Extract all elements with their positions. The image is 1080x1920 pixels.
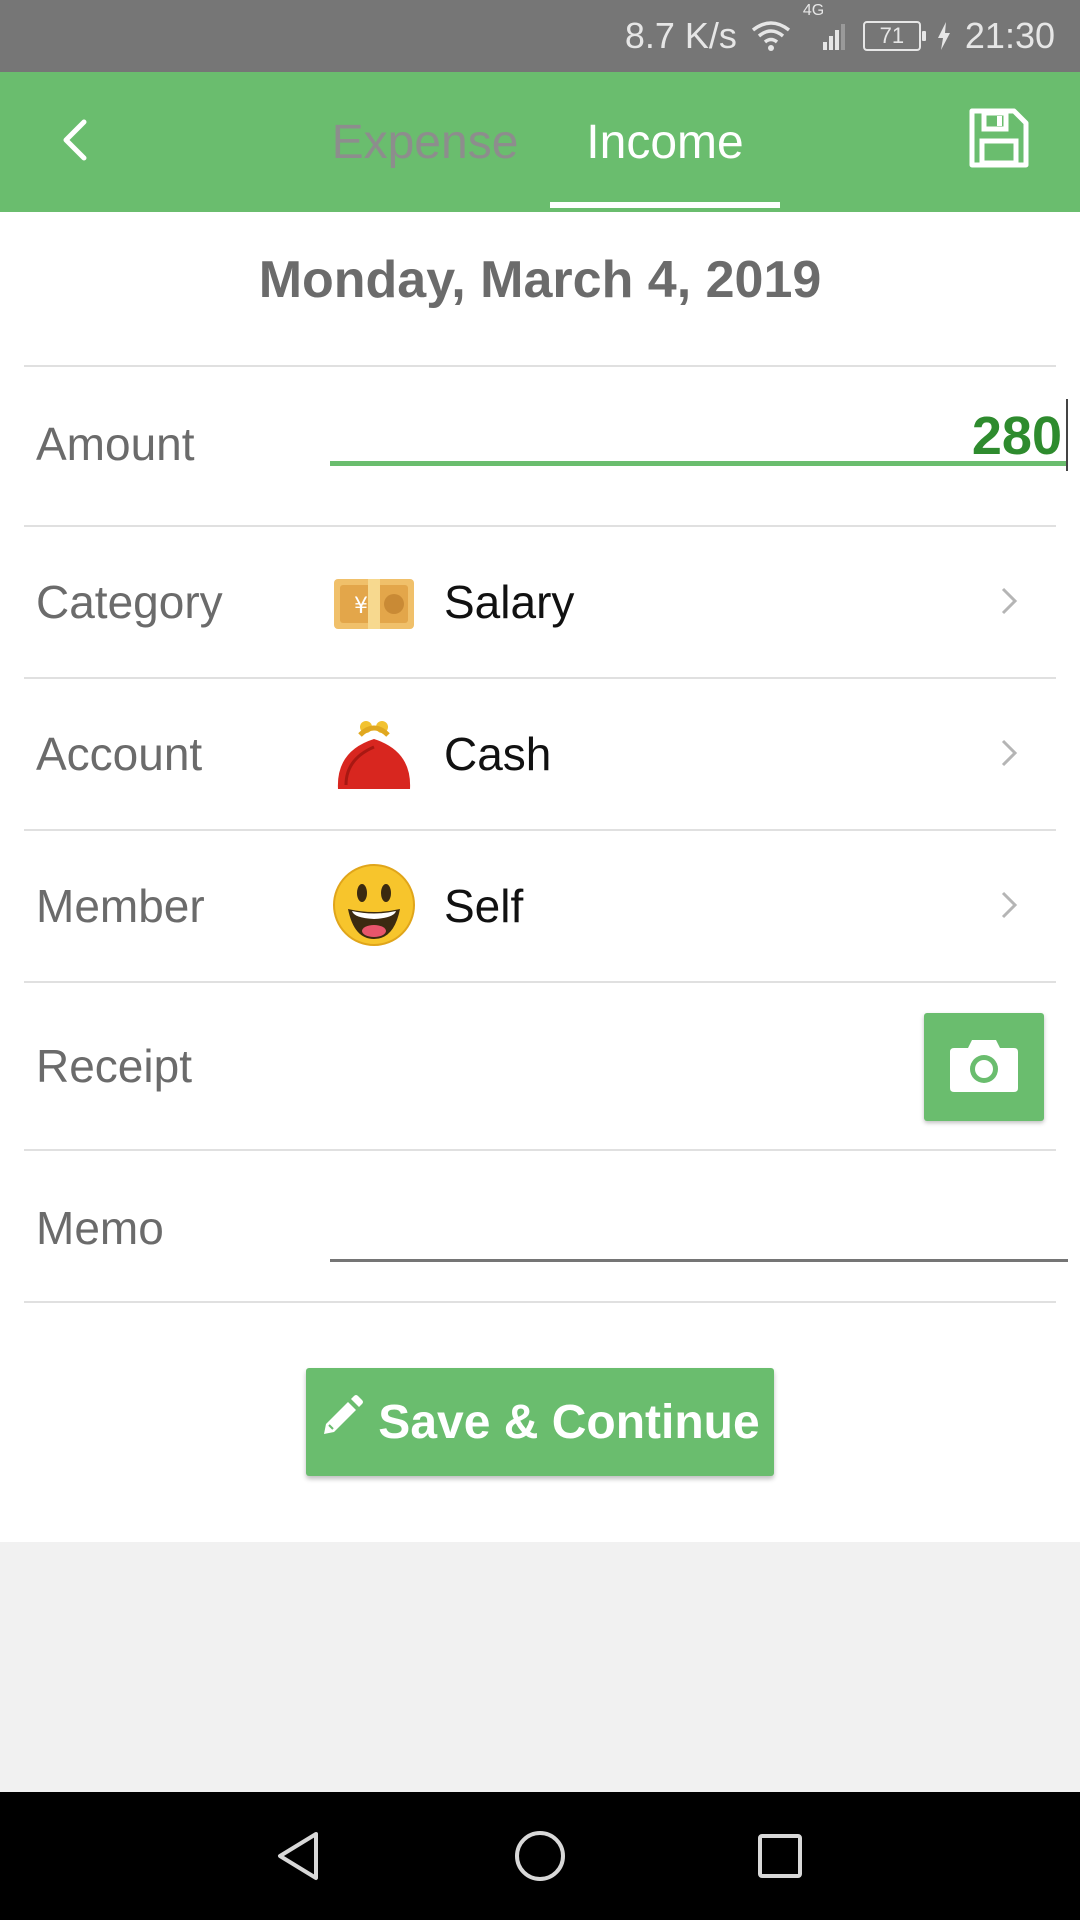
system-nav-bar [0,1792,1080,1920]
memo-row: Memo [24,1149,1068,1303]
network-type: 4G [802,2,825,19]
smiley-face-icon [332,863,416,947]
save-button[interactable] [968,107,1038,177]
amount-input[interactable]: 280 [330,399,1068,471]
charging-icon [937,22,951,50]
clock: 21:30 [964,15,1055,56]
money-bill-icon: ¥ [332,561,416,645]
category-row[interactable]: Category ¥ Salary [24,525,1056,677]
battery-level: 71 [879,23,905,48]
nav-back-icon[interactable] [270,1826,330,1886]
receipt-row: Receipt [24,981,1056,1149]
camera-button[interactable] [924,1013,1044,1121]
pencil-icon [320,1394,378,1450]
date-selector[interactable]: Monday, March 4, 2019 [0,250,1080,310]
coin-purse-icon [332,711,416,795]
network-speed: 8.7 K/s [624,15,737,56]
tab-expense-label: Expense [331,115,519,169]
income-form: Monday, March 4, 2019 Amount 280 Categor… [0,212,1080,1542]
member-label: Member [36,880,205,932]
category-label: Category [36,576,223,628]
account-value: Cash [444,728,552,780]
amount-row: Amount 280 [24,365,1068,525]
amount-value: 280 [971,406,1062,466]
tab-expense[interactable]: Expense [310,72,540,212]
chevron-right-icon [999,887,1029,927]
tab-income-label: Income [586,115,744,169]
app-bar: Expense Income [0,72,1080,212]
save-continue-label: Save & Continue [378,1395,760,1449]
nav-recents-icon[interactable] [750,1826,810,1886]
account-row[interactable]: Account Cash [24,677,1056,829]
member-value: Self [444,880,524,932]
category-value: Salary [444,576,575,628]
camera-icon [948,1036,1020,1099]
text-cursor [1066,399,1068,471]
nav-home-icon[interactable] [510,1826,570,1886]
memo-input[interactable] [330,1191,1068,1262]
tab-indicator [550,202,780,208]
amount-label: Amount [36,418,195,470]
chevron-right-icon [999,583,1029,623]
receipt-label: Receipt [36,1040,192,1092]
back-arrow-icon [60,118,90,167]
cellular-signal-icon: 4G [803,2,849,52]
status-bar: 8.7 K/s 4G 71 21:30 [0,0,1080,72]
svg-text:¥: ¥ [354,594,368,619]
divider [24,1301,1056,1303]
chevron-right-icon [999,735,1029,775]
battery-icon: 71 [862,21,926,51]
memo-label: Memo [36,1202,164,1254]
save-disk-icon [968,108,1030,173]
back-button[interactable] [40,102,110,182]
save-continue-button[interactable]: Save & Continue [306,1368,774,1476]
account-label: Account [36,728,203,780]
wifi-icon [751,20,791,52]
tab-income[interactable]: Income [550,72,780,212]
member-row[interactable]: Member Self [24,829,1056,981]
